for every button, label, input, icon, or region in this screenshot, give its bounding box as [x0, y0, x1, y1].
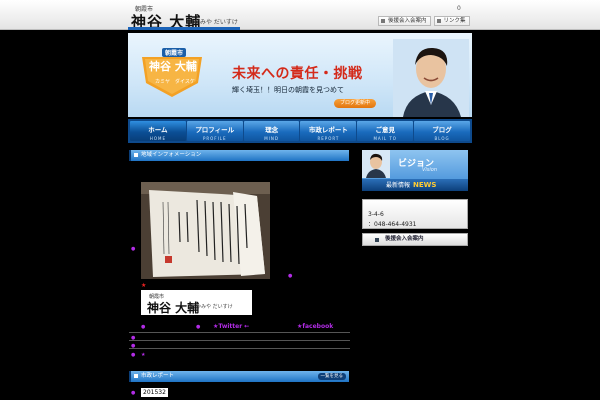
nav-sublabel: MAIL TO	[373, 136, 397, 141]
square-icon	[134, 374, 138, 378]
contact-box: 3-4-6 ：048-464-4931	[362, 199, 468, 229]
bullet-icon	[436, 19, 441, 23]
banner-subline: 輝く埼玉！！明日の朝霞を見つめて	[232, 86, 344, 94]
bullet-icon	[375, 238, 379, 242]
view-all-button[interactable]: 一覧を見る	[317, 373, 346, 380]
nav-sublabel: BLOG	[434, 136, 450, 141]
mini-logo[interactable]: 朝霞市 神谷 大輔 かみや だいすけ	[141, 290, 252, 315]
badge-city: 朝霞市	[162, 48, 187, 57]
nav-item-report[interactable]: 市政レポート REPORT	[300, 121, 357, 141]
contact-phone: ：048-464-4931	[368, 221, 417, 228]
star-marker: ★	[141, 282, 147, 289]
nav-label: ご意見	[375, 126, 395, 134]
vision-banner[interactable]: ビジョン Vision 最新情報 NEWS	[362, 150, 468, 191]
page-count: 0	[457, 5, 461, 12]
list-marker: ●	[141, 324, 146, 330]
mini-logo-kana: かみや だいすけ	[196, 304, 233, 310]
nav-item-mail[interactable]: ご意見 MAIL TO	[357, 121, 414, 141]
report-date[interactable]: 201532	[141, 388, 168, 397]
banner-headline: 未来への責任・挑戦	[232, 66, 363, 82]
nav-sublabel: MIND	[264, 136, 279, 141]
nav-label: プロフィール	[195, 126, 235, 134]
nav-sublabel: REPORT	[317, 136, 340, 141]
badge-name: 神谷 大輔	[149, 60, 197, 73]
nav-item-profile[interactable]: プロフィール PROFILE	[186, 121, 243, 141]
nav-label: 理念	[265, 126, 279, 134]
main-nav: ホーム HOME プロフィール PROFILE 理念 MIND 市政レポート REPOR…	[128, 119, 472, 143]
header-link-label: 後援会入会案内	[388, 18, 427, 24]
support-join-button[interactable]: 後援会入会案内	[362, 233, 468, 246]
bullet-icon	[381, 19, 385, 23]
header-link-support[interactable]: 後援会入会案内	[378, 16, 431, 26]
divider	[129, 348, 350, 349]
mini-logo-name: 神谷 大輔	[147, 301, 200, 315]
badge-kana: カミヤ ダイスケ	[155, 79, 195, 85]
logo-kana: かみや だいすけ	[194, 19, 238, 26]
news-bar[interactable]: 最新情報 NEWS	[362, 179, 468, 191]
list-marker: ●	[196, 324, 201, 330]
header-links: 後援会入会案内 リンク集	[378, 16, 470, 26]
letter-photo[interactable]	[141, 182, 270, 279]
vision-portrait	[362, 150, 390, 178]
nav-label: ホーム	[148, 126, 168, 134]
nav-label: 市政レポート	[308, 126, 348, 134]
nav-item-home[interactable]: ホーム HOME	[130, 121, 186, 141]
nav-label: ブログ	[432, 126, 452, 134]
list-marker: ●	[131, 352, 136, 358]
candidate-photo	[393, 39, 469, 117]
list-marker: ★	[141, 352, 146, 358]
divider	[129, 340, 350, 341]
section-header-info: 地域インフォメーション	[129, 150, 349, 161]
news-label: 最新情報	[386, 182, 411, 189]
divider	[129, 332, 350, 333]
section-title: 市政レポート	[141, 373, 175, 379]
list-marker: ●	[288, 273, 293, 279]
nav-item-mind[interactable]: 理念 MIND	[243, 121, 300, 141]
square-icon	[134, 153, 138, 157]
twitter-link[interactable]: ★Twitter ←	[213, 323, 249, 330]
nav-sublabel: HOME	[149, 136, 166, 141]
header-link-links[interactable]: リンク集	[433, 16, 470, 26]
news-label-en: NEWS	[413, 181, 437, 189]
list-marker: ●	[131, 335, 136, 341]
hero-banner: 朝霞市 神谷 大輔 カミヤ ダイスケ 未来への責任・挑戦 輝く埼玉！！明日の朝霞…	[128, 33, 472, 117]
nav-item-blog[interactable]: ブログ BLOG	[414, 121, 470, 141]
support-label: 後援会入会案内	[385, 236, 424, 242]
logo-underline	[128, 27, 240, 30]
vision-subtitle: Vision	[422, 167, 438, 173]
header-link-label: リンク集	[443, 18, 466, 24]
list-marker: ●	[131, 390, 136, 396]
section-header-report: 市政レポート 一覧を見る	[129, 371, 349, 382]
list-marker: ●	[131, 343, 136, 349]
facebook-link[interactable]: ★facebook	[297, 323, 333, 330]
section-title: 地域インフォメーション	[141, 152, 202, 158]
contact-address: 3-4-6	[368, 211, 384, 218]
list-marker: ●	[131, 246, 136, 252]
blog-update-button[interactable]: ブログ更新中	[334, 99, 376, 108]
top-header: 朝霞市 神谷 大輔 かみや だいすけ 0 後援会入会案内 リンク集	[0, 0, 600, 31]
nav-sublabel: PROFILE	[202, 136, 227, 141]
